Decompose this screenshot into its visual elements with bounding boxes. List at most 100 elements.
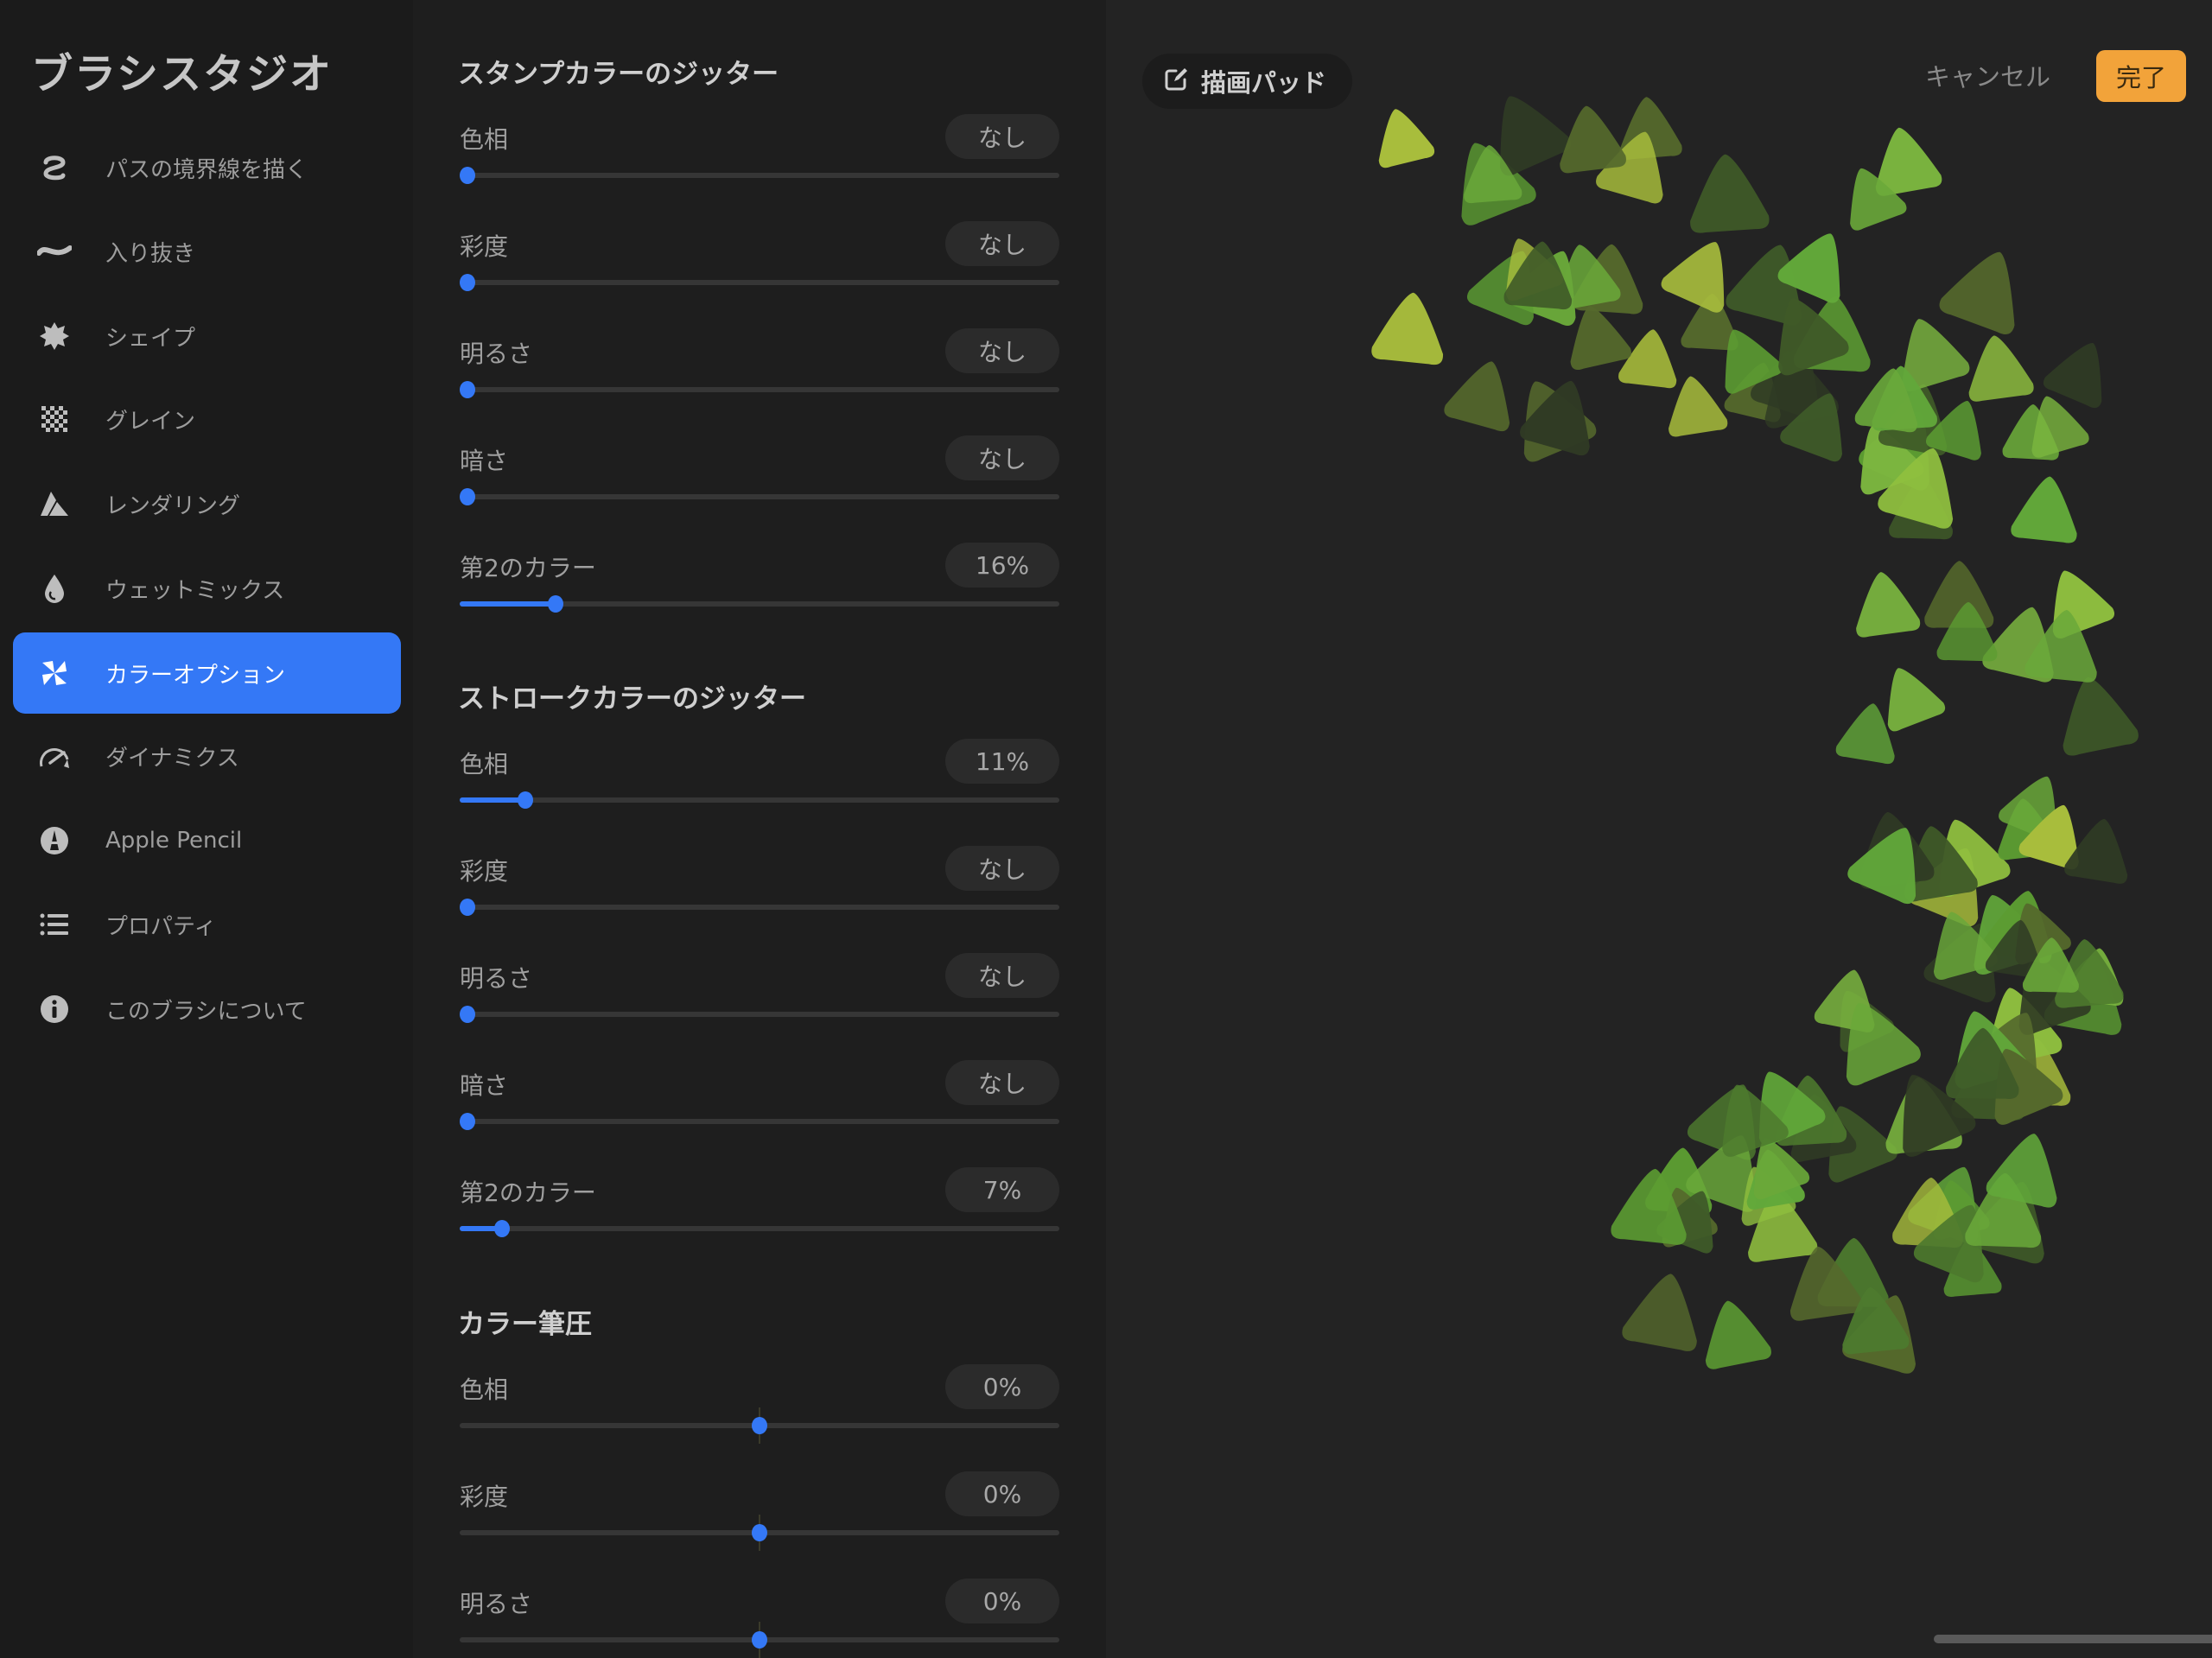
setting-label: 第2のカラー [460,1178,596,1207]
sidebar-item-label: 入り抜き [105,240,196,267]
sidebar-item-properties[interactable]: プロパティ [13,884,401,965]
sidebar-item-apple-pencil[interactable]: Apple Pencil [13,800,401,881]
color-dynamics-icon [37,656,72,690]
slider-thumb[interactable] [752,1417,767,1434]
slider-thumb[interactable] [493,1220,510,1237]
setting-value-field[interactable]: なし [945,1060,1059,1105]
setting-slider[interactable] [460,167,1059,184]
setting-value-field[interactable]: 0% [945,1471,1059,1516]
sidebar-item-stroke-path[interactable]: パスの境界線を描く [13,127,401,208]
setting-value-field[interactable]: なし [945,846,1059,891]
setting-value-field[interactable]: なし [945,953,1059,998]
settings-panel: スタンプカラーのジッター 色相 なし 彩度 なし 明るさ なし 暗さ なし 第2のカラー 16% スト… [413,0,1106,1658]
sidebar-item-label: レンダリング [105,492,241,519]
slider-thumb[interactable] [460,1113,475,1130]
app-title: ブラシスタジオ [31,50,334,98]
setting-value-field[interactable]: 16% [945,543,1059,588]
setting-value-field[interactable]: 7% [945,1167,1059,1212]
sidebar-item-dynamics[interactable]: ダイナミクス [13,715,401,797]
setting-slider[interactable] [460,1515,1059,1551]
brush-stamp [1856,572,1921,638]
sidebar-item-label: シェイプ [105,325,196,352]
slider-thumb[interactable] [460,381,475,398]
sidebar-item-shape[interactable]: シェイプ [13,295,401,377]
drawing-pad-button[interactable]: 描画パッド [1142,54,1353,109]
slider-thumb[interactable] [460,167,475,184]
sidebar-item-label: プロパティ [105,913,217,940]
setting-label: 明るさ [460,964,533,993]
slider-thumb[interactable] [752,1631,767,1648]
apple-pencil-icon [37,823,72,858]
setting-value-field[interactable]: 0% [945,1364,1059,1409]
brush-stamp [1690,154,1770,233]
brush-stamp [2043,343,2102,409]
slider-thumb[interactable] [460,1006,475,1023]
setting-label: 暗さ [460,447,509,475]
setting-label: 色相 [460,750,509,778]
setting-slider[interactable] [460,1006,1059,1023]
preview-canvas[interactable]: 描画パッド キャンセル 完了 [1106,0,2212,1658]
sidebar-item-info[interactable]: このブラシについて [13,969,401,1050]
sidebar-item-label: Apple Pencil [105,828,243,854]
slider-thumb[interactable] [548,595,564,613]
setting-label: 色相 [460,125,509,154]
stamp-preview [1371,96,2139,1374]
setting-slider[interactable] [460,1622,1059,1658]
setting-value-field[interactable]: 0% [945,1579,1059,1623]
done-button[interactable]: 完了 [2096,50,2186,102]
cancel-button[interactable]: キャンセル [1925,57,2050,93]
sidebar-item-label: ウェットミックス [105,577,285,604]
sidebar-item-grain[interactable]: グレイン [13,378,401,460]
stroke-path-icon [37,150,72,185]
setting-value-field[interactable]: 11% [945,739,1059,784]
setting-label: 暗さ [460,1071,509,1100]
setting-value-field[interactable]: なし [945,221,1059,266]
setting-slider[interactable] [460,488,1059,505]
slider-fill [460,601,556,607]
slider-thumb[interactable] [518,791,534,809]
section-title: スタンプカラーのジッター [458,59,779,90]
sidebar-item-label: グレイン [105,408,196,435]
sidebar-item-label: ダイナミクス [105,745,239,772]
slider-thumb[interactable] [752,1524,767,1541]
setting-slider[interactable] [460,791,1059,809]
slider-thumb[interactable] [460,899,475,916]
brush-stamp [1939,251,2015,335]
slider-thumb[interactable] [460,274,475,291]
sidebar-item-rendering[interactable]: レンダリング [13,463,401,544]
brush-stamp [1378,109,1435,168]
setting-label: 第2のカラー [460,554,596,582]
sidebar-item-label: カラーオプション [105,662,286,689]
brush-stamp [1968,335,2034,402]
setting-label: 彩度 [460,232,509,261]
sidebar-item-wet-mix[interactable]: ウェットミックス [13,548,401,629]
slider-thumb[interactable] [460,488,475,505]
info-icon [37,992,72,1026]
setting-value-field[interactable]: なし [945,114,1059,159]
sidebar-item-taper[interactable]: 入り抜き [13,211,401,292]
setting-slider[interactable] [460,274,1059,291]
setting-label: 彩度 [460,857,509,886]
scroll-indicator[interactable] [1934,1635,2212,1643]
setting-label: 明るさ [460,1590,533,1618]
brush-stamp [1371,292,1444,365]
sidebar-item-label: このブラシについて [105,998,307,1025]
grain-icon [37,402,72,436]
setting-slider[interactable] [460,1220,1059,1237]
setting-value-field[interactable]: なし [945,435,1059,480]
setting-slider[interactable] [460,899,1059,916]
drawing-pad-label: 描画パッド [1201,68,1327,98]
brush-stamp [1622,1274,1697,1351]
setting-label: 色相 [460,1375,509,1404]
brush-stamp [2063,677,2139,756]
setting-slider[interactable] [460,1407,1059,1444]
sidebar-item-color-dynamics[interactable]: カラーオプション [13,632,401,714]
setting-value-field[interactable]: なし [945,328,1059,373]
dynamics-icon [37,739,72,773]
section-title: ストロークカラーのジッター [458,683,806,715]
setting-slider[interactable] [460,381,1059,398]
edit-icon [1163,67,1189,96]
rendering-icon [37,486,72,521]
setting-slider[interactable] [460,1113,1059,1130]
setting-slider[interactable] [460,595,1059,613]
